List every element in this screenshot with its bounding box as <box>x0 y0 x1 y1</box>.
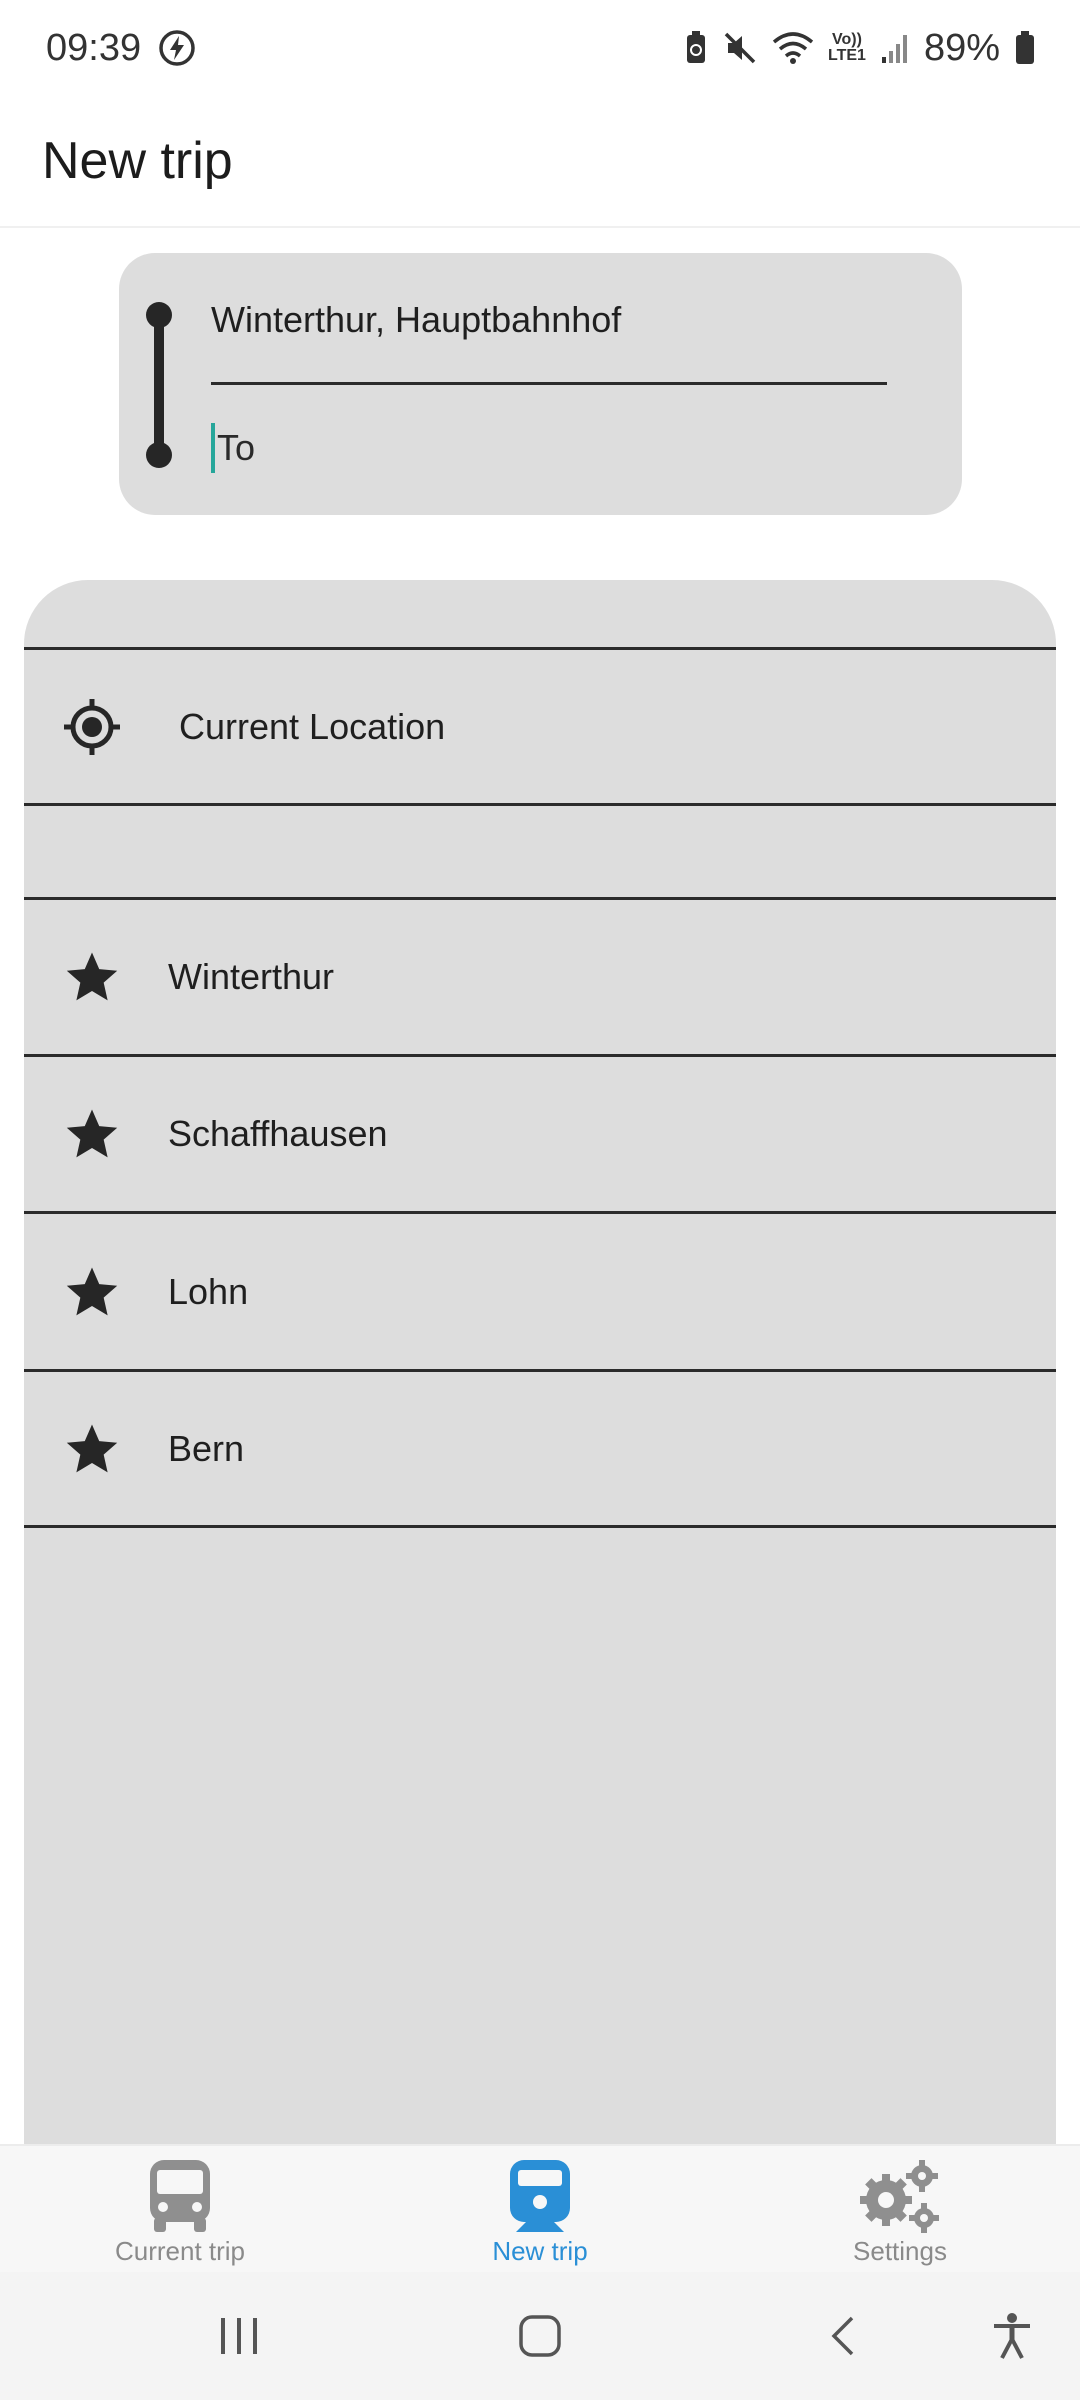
text-caret <box>211 423 215 473</box>
tab-settings[interactable]: Settings <box>750 2146 1050 2274</box>
route-line-icon <box>146 302 172 468</box>
favorite-row[interactable]: Schaffhausen <box>24 1054 1056 1211</box>
mute-icon <box>722 30 758 66</box>
back-button[interactable] <box>804 2304 884 2368</box>
status-bar: 09:39 Vo)) LTE1 89% <box>0 0 1080 96</box>
status-time: 09:39 <box>46 26 142 69</box>
suggestions-panel: Current Location Winterthur Schaffhausen… <box>24 580 1056 2144</box>
train-icon <box>506 2158 574 2234</box>
volte-label: Vo)) <box>832 31 862 48</box>
tab-label: New trip <box>492 2236 588 2266</box>
tab-new-trip[interactable]: New trip <box>390 2146 690 2274</box>
home-button[interactable] <box>500 2304 580 2368</box>
from-field[interactable]: Winterthur, Hauptbahnhof <box>211 299 621 341</box>
battery-saver-icon <box>684 30 708 66</box>
battery-icon <box>1014 30 1036 66</box>
star-icon <box>64 949 120 1005</box>
gear-icon <box>858 2158 942 2234</box>
signal-icon <box>880 31 910 65</box>
current-location-row[interactable]: Current Location <box>24 647 1056 803</box>
favorite-label: Schaffhausen <box>168 1113 388 1154</box>
favorite-row[interactable]: Bern <box>24 1369 1056 1528</box>
star-icon <box>64 1264 120 1320</box>
section-spacer <box>24 803 1056 897</box>
bottom-nav: Current trip New trip Settings <box>0 2144 1080 2272</box>
app-bar: New trip <box>0 96 1080 228</box>
favorite-row[interactable]: Lohn <box>24 1211 1056 1369</box>
home-icon <box>519 2315 561 2357</box>
favorite-label: Bern <box>168 1427 245 1469</box>
favorite-label: Winterthur <box>168 956 335 997</box>
battery-percent: 89% <box>923 26 1000 69</box>
back-icon <box>831 2316 854 2356</box>
system-nav-bar <box>0 2272 1080 2400</box>
current-location-label: Current Location <box>179 705 446 747</box>
to-field[interactable]: To <box>217 427 255 469</box>
network-label: LTE1 <box>828 47 866 64</box>
crosshair-icon <box>62 697 122 757</box>
tab-label: Current trip <box>114 2236 246 2266</box>
route-divider <box>211 382 887 385</box>
page-title: New trip <box>42 132 233 190</box>
route-card: Winterthur, Hauptbahnhof To <box>119 253 962 515</box>
wifi-icon <box>772 30 814 66</box>
bus-icon <box>146 2158 214 2234</box>
flash-icon <box>157 28 197 68</box>
accessibility-icon <box>994 2313 1030 2359</box>
recents-button[interactable] <box>199 2304 279 2368</box>
star-icon <box>64 1421 120 1477</box>
to-field-wrapper[interactable]: To <box>211 421 255 475</box>
accessibility-button[interactable] <box>972 2304 1052 2368</box>
favorite-label: Lohn <box>168 1270 249 1312</box>
tab-current-trip[interactable]: Current trip <box>30 2146 330 2274</box>
star-icon <box>64 1106 120 1162</box>
favorite-row[interactable]: Winterthur <box>24 897 1056 1054</box>
volte-icon: Vo)) LTE1 <box>828 32 866 64</box>
recents-icon <box>221 2318 257 2354</box>
tab-label: Settings <box>853 2236 947 2266</box>
